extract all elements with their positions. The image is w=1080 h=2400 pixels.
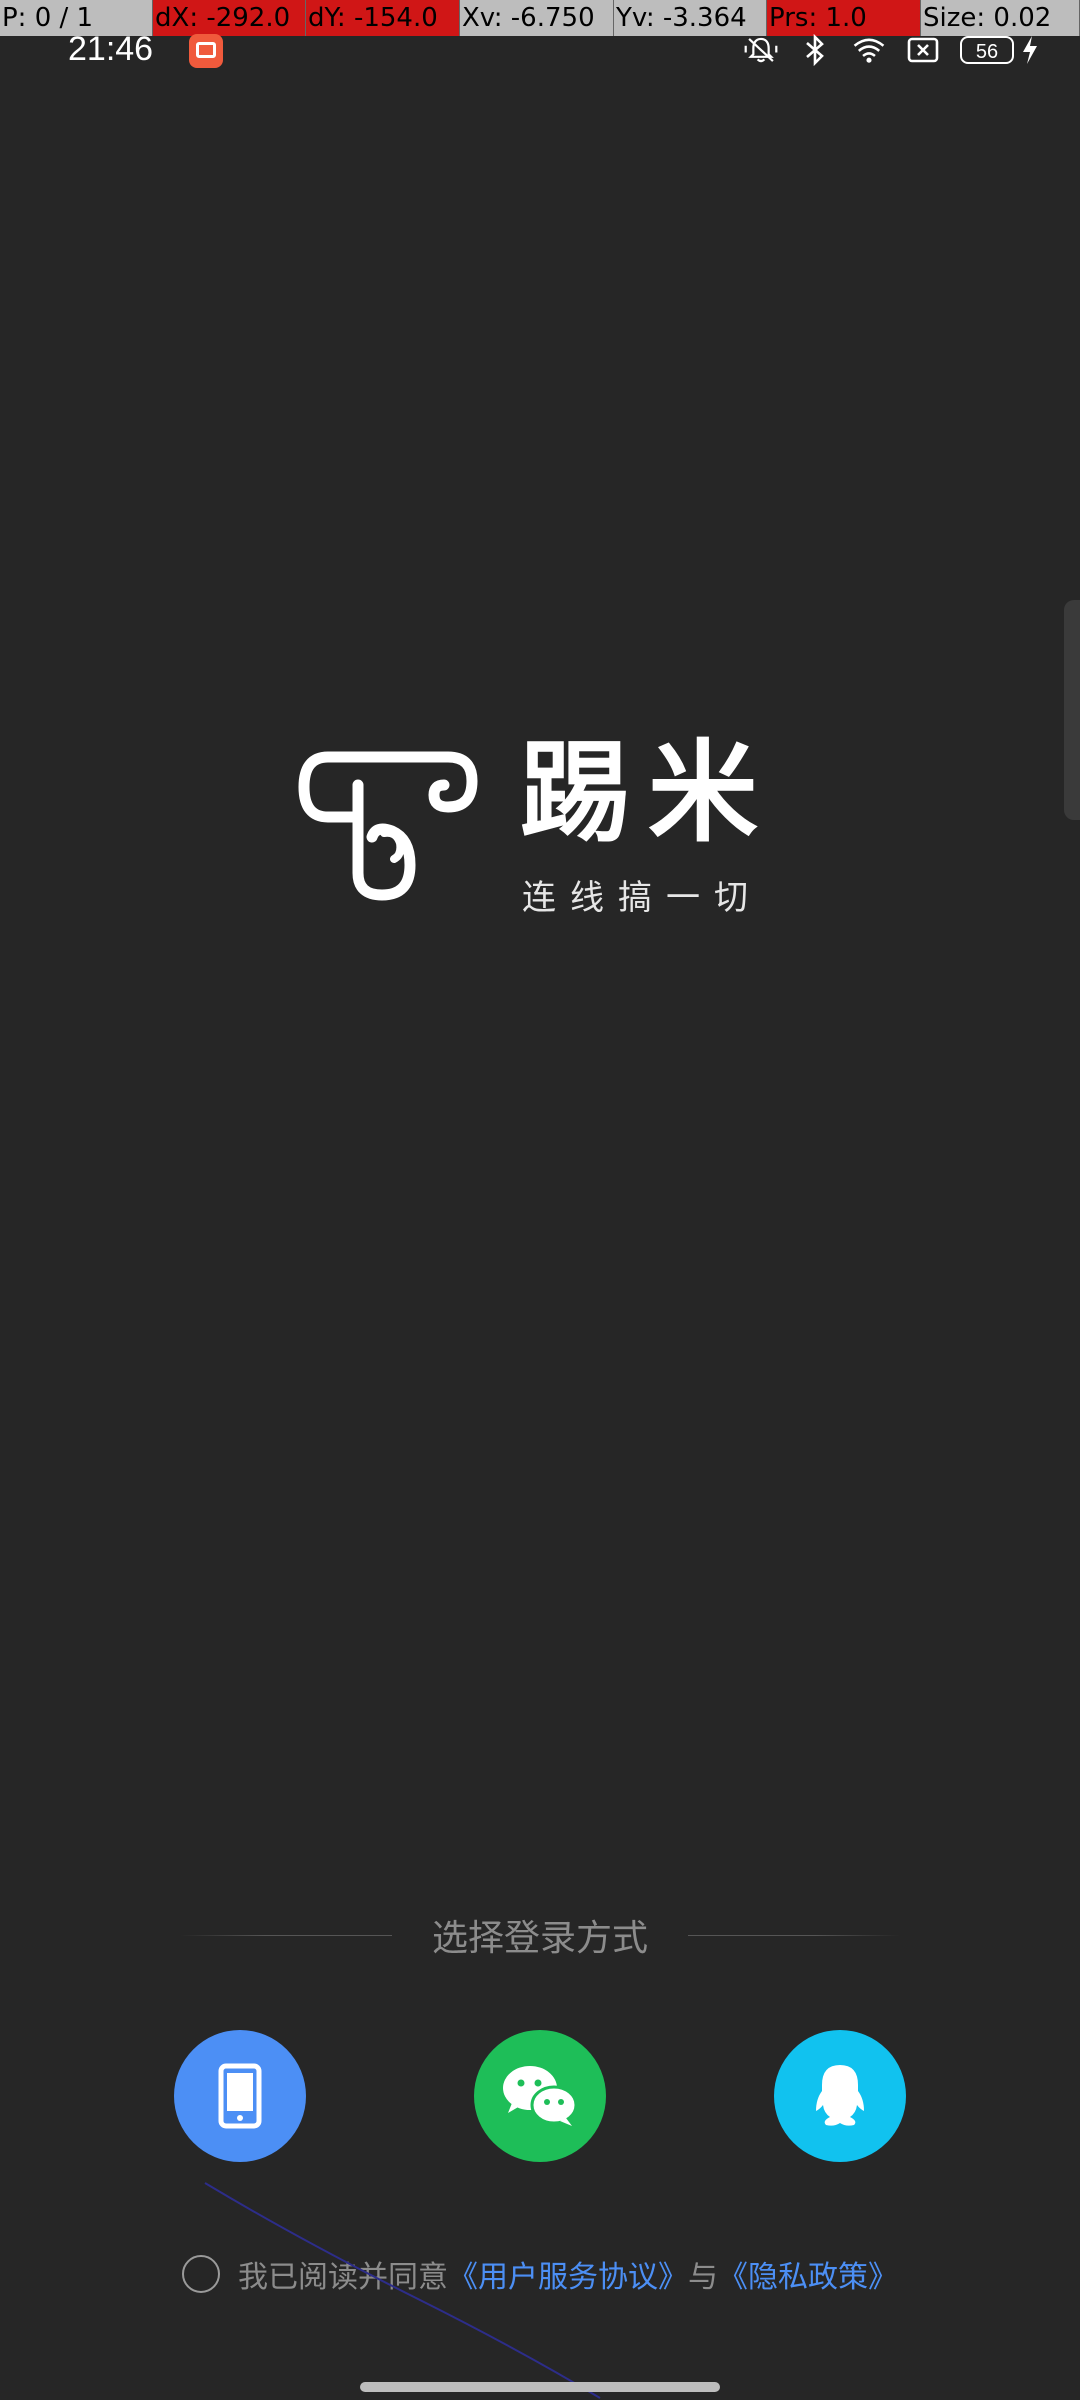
battery-icon: 56 bbox=[960, 36, 1014, 64]
agreement-conjunction: 与 bbox=[688, 2260, 718, 2295]
bluetooth-icon bbox=[798, 33, 832, 67]
qq-penguin-icon bbox=[816, 2065, 864, 2126]
app-notification-icon bbox=[189, 34, 223, 68]
sim-off-icon bbox=[906, 33, 940, 67]
wechat-login-button[interactable] bbox=[474, 2030, 606, 2162]
status-bar: 21:46 56 bbox=[0, 30, 1080, 70]
mute-bell-icon bbox=[744, 33, 778, 67]
status-time: 21:46 bbox=[68, 30, 154, 68]
phone-icon bbox=[218, 2063, 262, 2129]
login-method-title: 选择登录方式 bbox=[432, 1918, 649, 1959]
side-edge-handle[interactable] bbox=[1064, 600, 1080, 820]
privacy-policy-link[interactable]: 《隐私政策》 bbox=[718, 2252, 898, 2296]
logo-mark-icon bbox=[298, 751, 478, 901]
divider-line-left bbox=[180, 1934, 392, 1936]
wechat-icon bbox=[503, 2066, 578, 2126]
login-method-divider: 选择登录方式 bbox=[180, 1905, 901, 1965]
home-indicator[interactable] bbox=[360, 2382, 720, 2392]
user-agreement-link[interactable]: 《用户服务协议》 bbox=[448, 2252, 688, 2296]
divider-line-right bbox=[688, 1934, 901, 1936]
agreement-prefix: 我已阅读并同意 bbox=[238, 2260, 448, 2295]
logo-app-name: 踢米 bbox=[520, 729, 776, 857]
logo-slogan: 连线搞一切 bbox=[522, 878, 762, 918]
agreement-checkbox[interactable] bbox=[182, 2255, 220, 2293]
charging-bolt-icon bbox=[1020, 33, 1040, 67]
agreement-row: 我已阅读并同意 《用户服务协议》 与 《隐私政策》 bbox=[182, 2252, 898, 2296]
status-icons: 56 bbox=[744, 32, 1040, 68]
phone-login-button[interactable] bbox=[174, 2030, 306, 2162]
qq-login-button[interactable] bbox=[774, 2030, 906, 2162]
wifi-icon bbox=[852, 33, 886, 67]
